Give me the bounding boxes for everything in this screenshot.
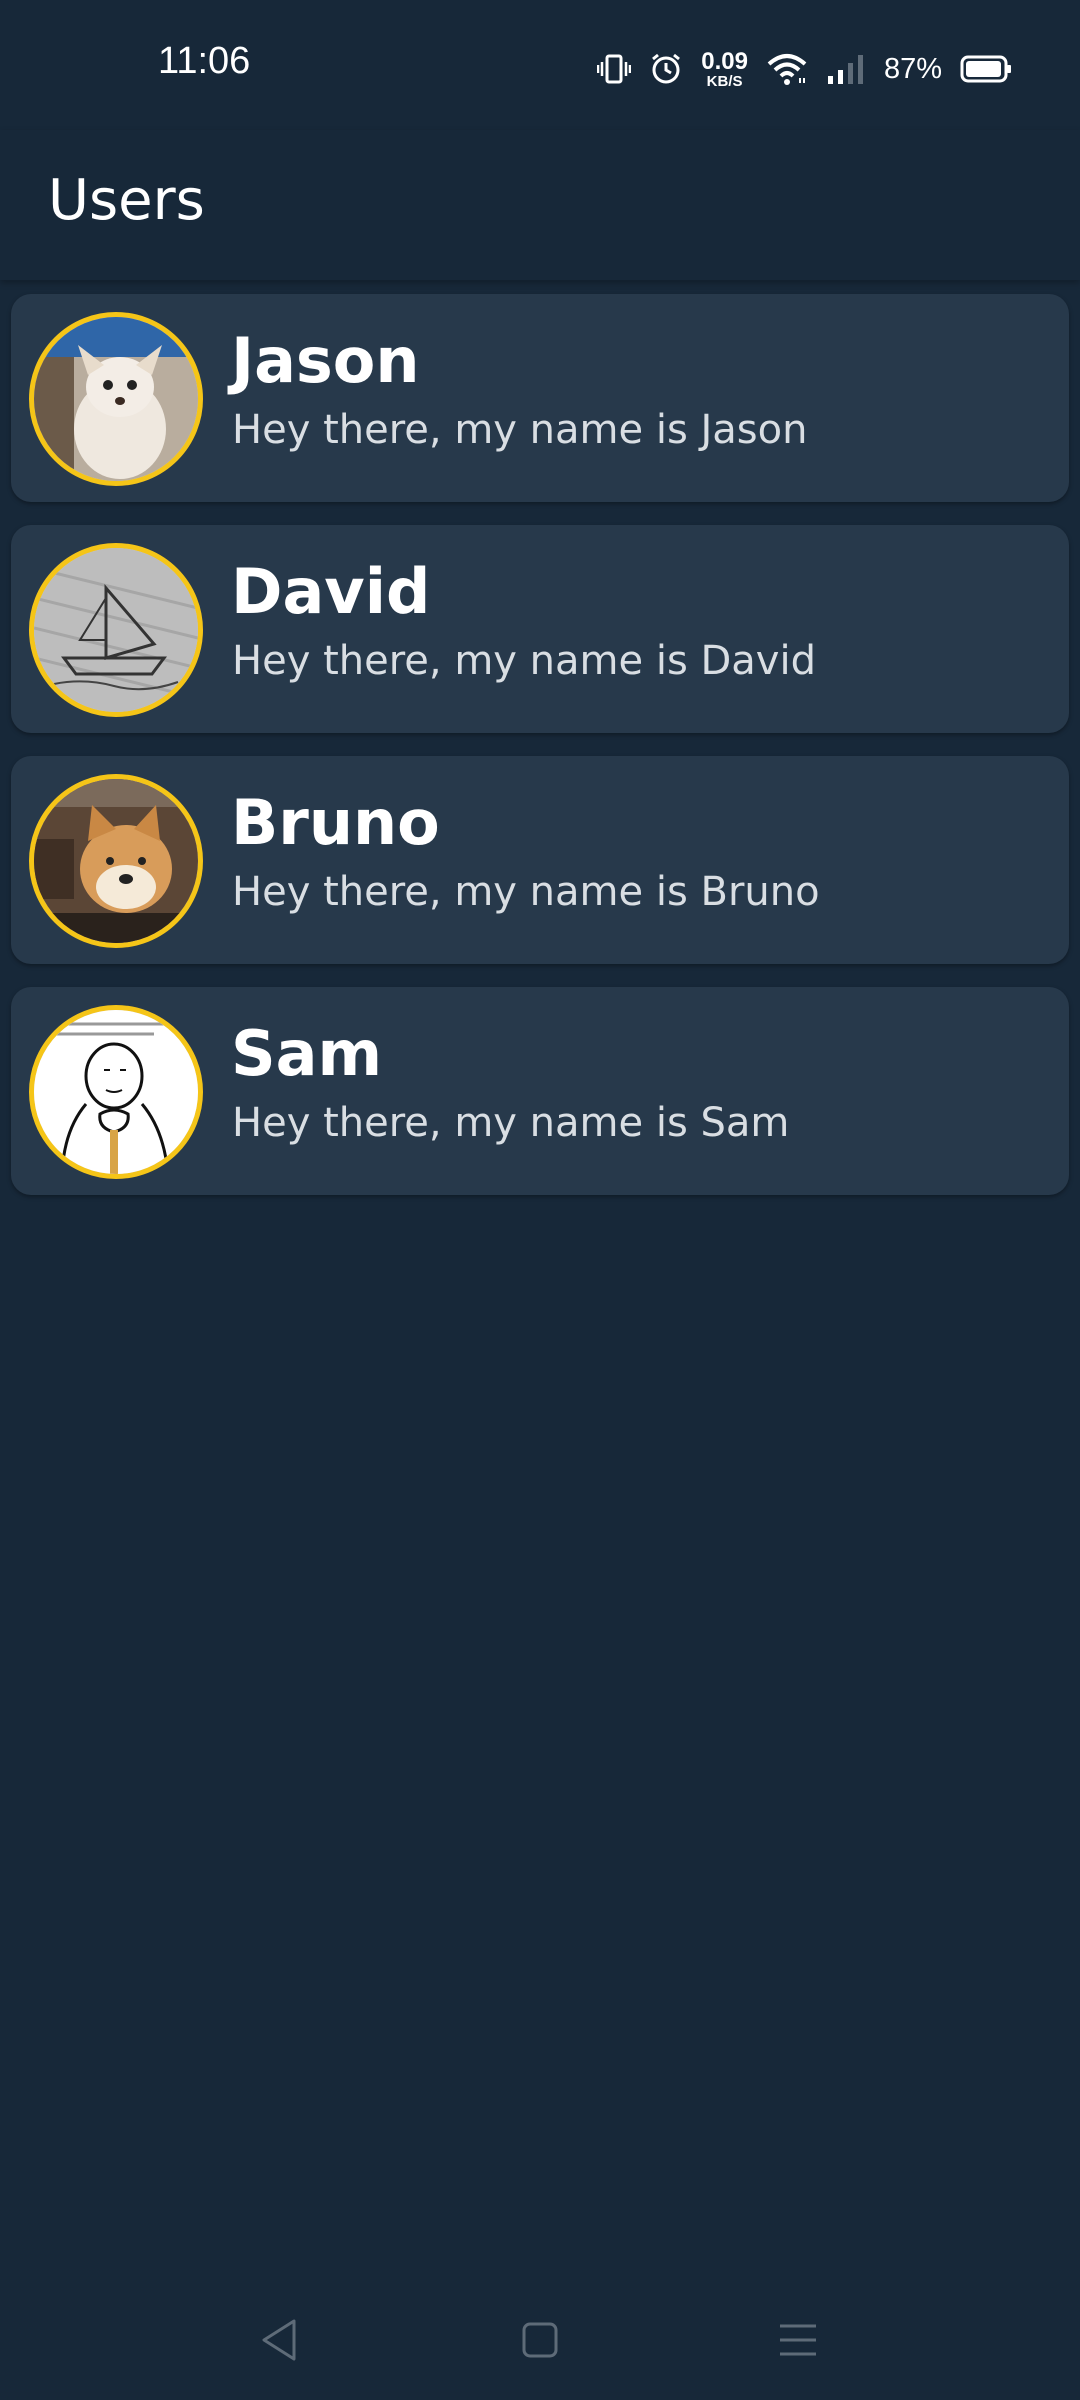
wifi-icon	[766, 52, 808, 86]
avatar	[29, 1005, 203, 1179]
shiba-avatar-image	[34, 779, 198, 943]
user-card-david[interactable]: David Hey there, my name is David	[11, 525, 1069, 733]
user-bio: Hey there, my name is Jason	[232, 407, 808, 453]
user-name: Sam	[231, 1017, 383, 1090]
avatar	[29, 543, 203, 717]
menu-button[interactable]	[758, 2300, 838, 2380]
user-card-bruno[interactable]: Bruno Hey there, my name is Bruno	[11, 756, 1069, 964]
menu-icon	[780, 2324, 816, 2356]
net-speed: 0.09 KB/S	[701, 47, 748, 90]
user-bio: Hey there, my name is Sam	[232, 1100, 790, 1146]
status-time: 11:06	[158, 40, 251, 82]
net-speed-unit: KB/S	[706, 72, 743, 90]
status-bar: 11:06 0.09 KB/S 87%	[0, 0, 1080, 130]
battery-percent: 87%	[883, 52, 942, 85]
user-list: Jason Hey there, my name is Jason David …	[11, 294, 1069, 1218]
net-speed-value: 0.09	[701, 47, 748, 75]
vibrate-icon	[597, 52, 632, 86]
back-button[interactable]	[240, 2300, 320, 2380]
chihuahua-avatar-image	[34, 317, 198, 481]
avatar	[29, 774, 203, 948]
user-card-jason[interactable]: Jason Hey there, my name is Jason	[11, 294, 1069, 502]
home-button[interactable]	[500, 2300, 580, 2380]
user-card-sam[interactable]: Sam Hey there, my name is Sam	[11, 987, 1069, 1195]
user-name: Bruno	[231, 786, 440, 859]
comic-face-avatar-image	[34, 1010, 198, 1174]
home-icon	[522, 2322, 558, 2358]
user-bio: Hey there, my name is Bruno	[232, 869, 820, 915]
alarm-icon	[649, 52, 683, 86]
user-name: Jason	[231, 324, 420, 397]
user-name: David	[231, 555, 431, 628]
back-icon	[262, 2319, 296, 2361]
app-bar: Users	[0, 130, 1080, 280]
avatar	[29, 312, 203, 486]
system-nav-bar	[0, 2270, 1080, 2400]
signal-icon	[826, 52, 866, 86]
page-title: Users	[48, 168, 205, 233]
battery-icon	[960, 54, 1012, 84]
ship-sketch-avatar-image	[34, 548, 198, 712]
user-bio: Hey there, my name is David	[232, 638, 816, 684]
status-icons: 0.09 KB/S 87%	[597, 46, 1012, 92]
